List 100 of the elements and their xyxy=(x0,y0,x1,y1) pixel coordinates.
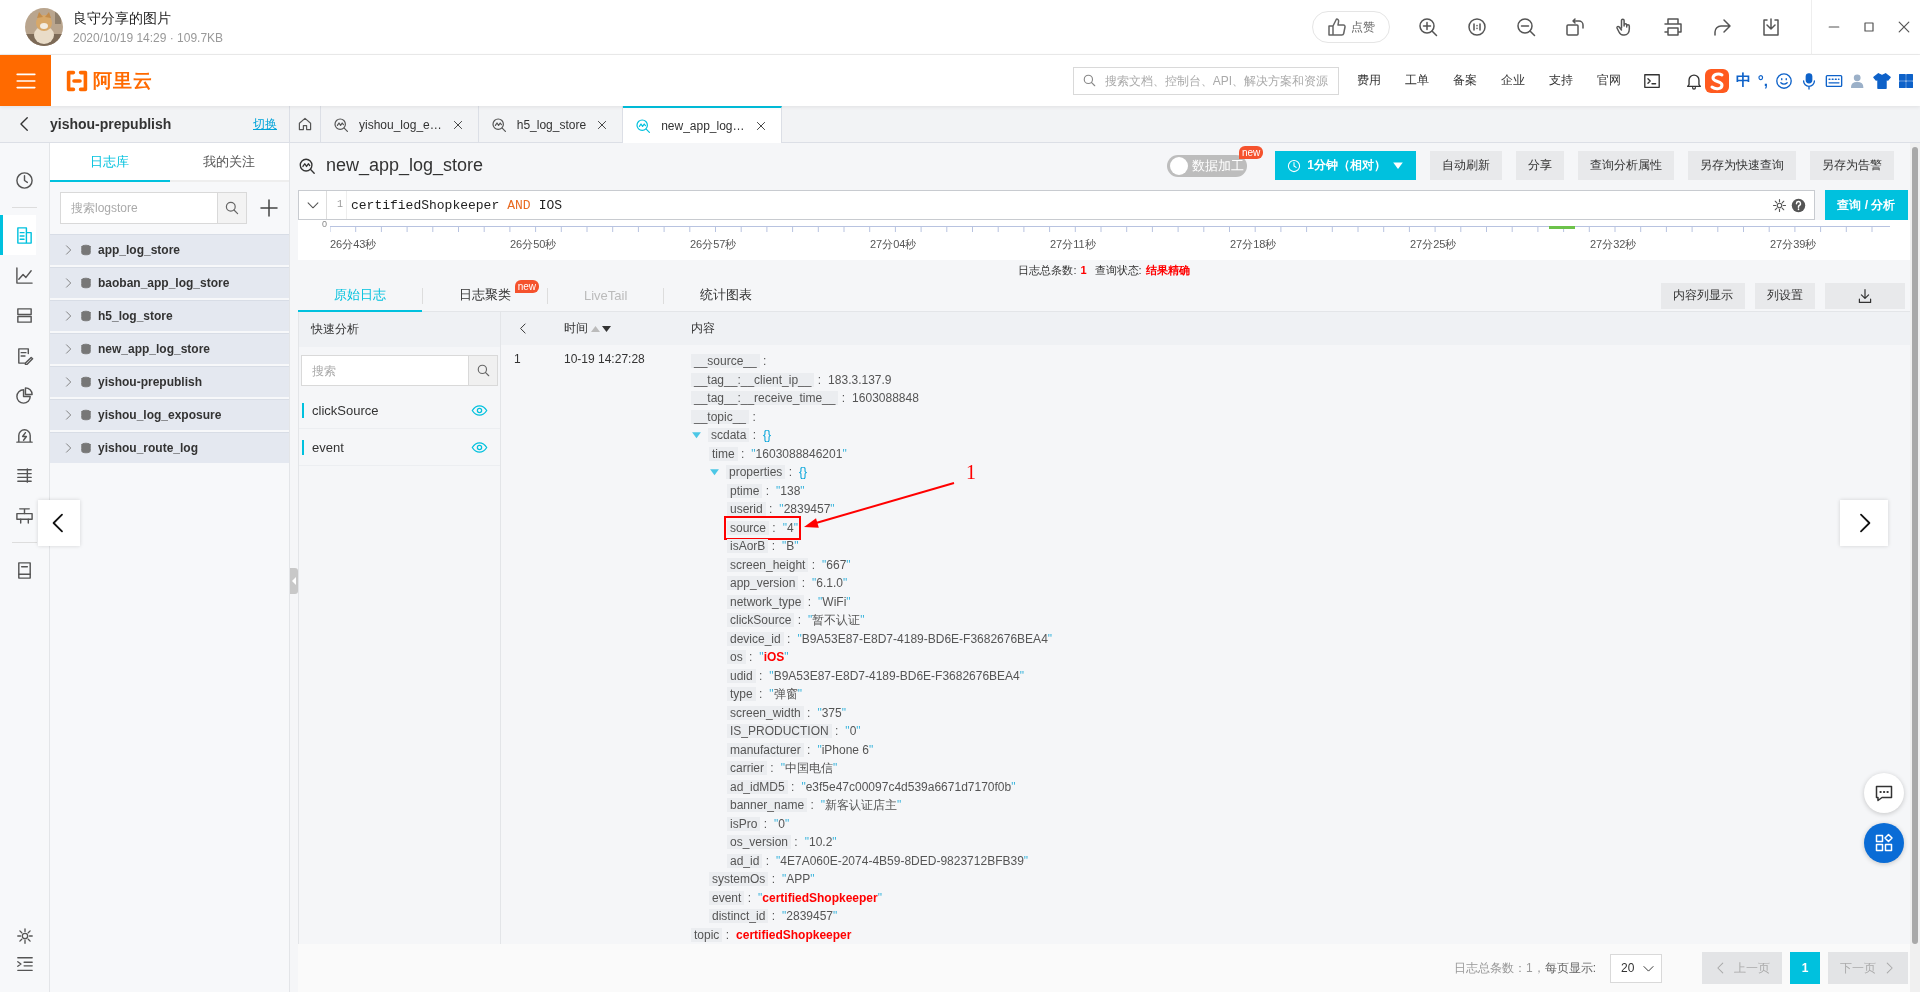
field-value: 183.3.137.9 xyxy=(828,372,892,387)
query-field[interactable]: 1 certifiedShopkeeper AND IOS xyxy=(298,190,1815,220)
sort-icon[interactable] xyxy=(590,323,612,334)
tab[interactable]: 日志聚类 new xyxy=(423,280,547,312)
logstore-item[interactable]: new_app_log_store xyxy=(50,333,289,364)
column-header: 内容 xyxy=(691,321,715,335)
settings-icon[interactable] xyxy=(15,927,34,945)
database-icon xyxy=(80,442,92,454)
field-key: type : xyxy=(727,686,763,703)
tab[interactable]: new_app_log… xyxy=(623,106,782,143)
field-item[interactable]: event xyxy=(299,429,500,466)
query-status: 结果精确 xyxy=(1145,262,1190,278)
shirt-icon[interactable] xyxy=(1873,71,1891,90)
field-key: carrier : xyxy=(727,760,774,777)
maximize-icon[interactable] xyxy=(1861,19,1877,35)
field-key: __tag__:__client_ip__ : xyxy=(691,371,822,388)
help-icon[interactable] xyxy=(1791,197,1806,213)
scrollbar[interactable] xyxy=(1912,147,1918,944)
add-button[interactable] xyxy=(259,198,279,218)
field-key: userid : xyxy=(727,501,773,518)
download-button[interactable] xyxy=(1825,282,1905,309)
field-key: os_version : xyxy=(727,834,798,851)
search-field[interactable]: 搜索logstore xyxy=(60,192,217,224)
toolbar-button[interactable]: 另存为快速查询 xyxy=(1688,151,1796,180)
toolbar-button[interactable]: 列设置 xyxy=(1755,282,1815,309)
indent-icon[interactable] xyxy=(15,955,34,973)
axis-label: 27分39秒 xyxy=(1770,237,1817,252)
close-icon[interactable] xyxy=(754,119,767,132)
share-icon[interactable] xyxy=(1712,17,1732,37)
punctuation-mode[interactable]: °, xyxy=(1757,72,1768,89)
print-icon[interactable] xyxy=(1663,17,1683,37)
actual-size-icon[interactable] xyxy=(1467,17,1487,37)
input-mode[interactable]: 中 xyxy=(1735,71,1751,90)
zoom-in-icon[interactable] xyxy=(1418,17,1438,37)
project-name: yishou-prepublish xyxy=(50,116,173,132)
summary-label: 查询状态: xyxy=(1094,262,1142,278)
logstore-item[interactable]: yishou_log_exposure xyxy=(50,399,289,430)
logstore-item[interactable]: yishou_route_log xyxy=(50,432,289,463)
field-key: distinct_id : xyxy=(709,908,776,925)
chat-icon xyxy=(1874,783,1894,803)
axis-label: 26分57秒 xyxy=(690,237,737,252)
previous-image-button[interactable] xyxy=(38,500,80,546)
logstore-item[interactable]: h5_log_store xyxy=(50,300,289,331)
rotate-icon[interactable] xyxy=(1565,17,1585,37)
nav-link[interactable]: 费用 xyxy=(1356,72,1381,89)
database-icon xyxy=(80,376,92,388)
field-key: os : xyxy=(727,649,753,666)
search-button[interactable] xyxy=(468,355,498,386)
field-key: ptime : xyxy=(727,482,769,499)
field-value: "0" xyxy=(774,816,790,831)
search-field[interactable]: 搜索文档、控制台、API、解决方案和资源 xyxy=(1072,66,1339,95)
field-value: "2839457" xyxy=(779,502,835,517)
field-key: isAorB : xyxy=(727,538,775,555)
log-time: 10-19 14:27:28 xyxy=(563,352,646,366)
page-size-select[interactable]: 20 xyxy=(1610,953,1662,983)
download-icon xyxy=(1857,287,1873,304)
search-field[interactable]: 搜索 xyxy=(301,355,468,386)
terminal-icon[interactable] xyxy=(1642,71,1661,90)
grid-icon[interactable] xyxy=(1898,72,1914,89)
toolbar-button[interactable]: 另存为告警 xyxy=(1810,151,1894,180)
field-value: "弹窗" xyxy=(769,685,802,703)
zoom-out-icon[interactable] xyxy=(1516,17,1536,37)
nav-link[interactable]: 备案 xyxy=(1452,72,1477,89)
edit-icon xyxy=(15,345,34,365)
field-key: scdata : xyxy=(708,427,757,444)
logstore-item[interactable]: yishou-prepublish xyxy=(50,366,289,397)
field-value: "B9A53E87-E8D7-4189-BD6E-F3682676BEA4" xyxy=(797,631,1053,646)
database-icon xyxy=(80,343,92,355)
field-key: manufacturer : xyxy=(727,741,811,758)
search-button[interactable] xyxy=(217,192,247,224)
column-header[interactable]: 时间 xyxy=(564,320,588,337)
nav-link[interactable]: 官网 xyxy=(1596,72,1621,89)
download-icon[interactable] xyxy=(1761,17,1781,37)
nav-link[interactable]: 企业 xyxy=(1500,72,1525,89)
smile-icon[interactable] xyxy=(1775,71,1793,90)
logstore-item[interactable]: app_log_store xyxy=(50,234,289,265)
field-key: time : xyxy=(709,445,745,462)
toolbar-button[interactable]: 自动刷新 xyxy=(1430,151,1502,180)
next-image-button[interactable] xyxy=(1840,500,1888,546)
toolbar-button[interactable]: 查询分析属性 xyxy=(1578,151,1674,180)
axis-label: 27分11秒 xyxy=(1050,237,1096,252)
logstore-item[interactable]: baoban_app_log_store xyxy=(50,267,289,298)
close-icon[interactable] xyxy=(596,118,609,131)
field-value: "WiFi" xyxy=(818,594,851,609)
toolbar-button[interactable]: 分享 xyxy=(1516,151,1564,180)
tab[interactable]: 统计图表 xyxy=(664,280,789,312)
nav-link[interactable]: 工单 xyxy=(1404,72,1429,89)
close-icon[interactable] xyxy=(451,118,464,131)
toolbar-button[interactable]: 内容列显示 xyxy=(1661,282,1745,309)
collapse-handle[interactable] xyxy=(290,568,298,594)
settings-icon[interactable] xyxy=(1772,197,1787,213)
list-icon xyxy=(15,465,34,485)
close-icon[interactable] xyxy=(1896,19,1912,35)
summary-label: 日志总条数: xyxy=(1018,262,1077,278)
microphone-icon[interactable] xyxy=(1800,71,1818,90)
field-item[interactable]: clickSource xyxy=(299,392,500,429)
nav-link[interactable]: 支持 xyxy=(1548,72,1573,89)
triangle-icon xyxy=(691,429,702,441)
image-info: 2020/10/19 14:29 · 109.7KB xyxy=(73,30,224,45)
panel-title: 快速分析 xyxy=(311,321,359,338)
